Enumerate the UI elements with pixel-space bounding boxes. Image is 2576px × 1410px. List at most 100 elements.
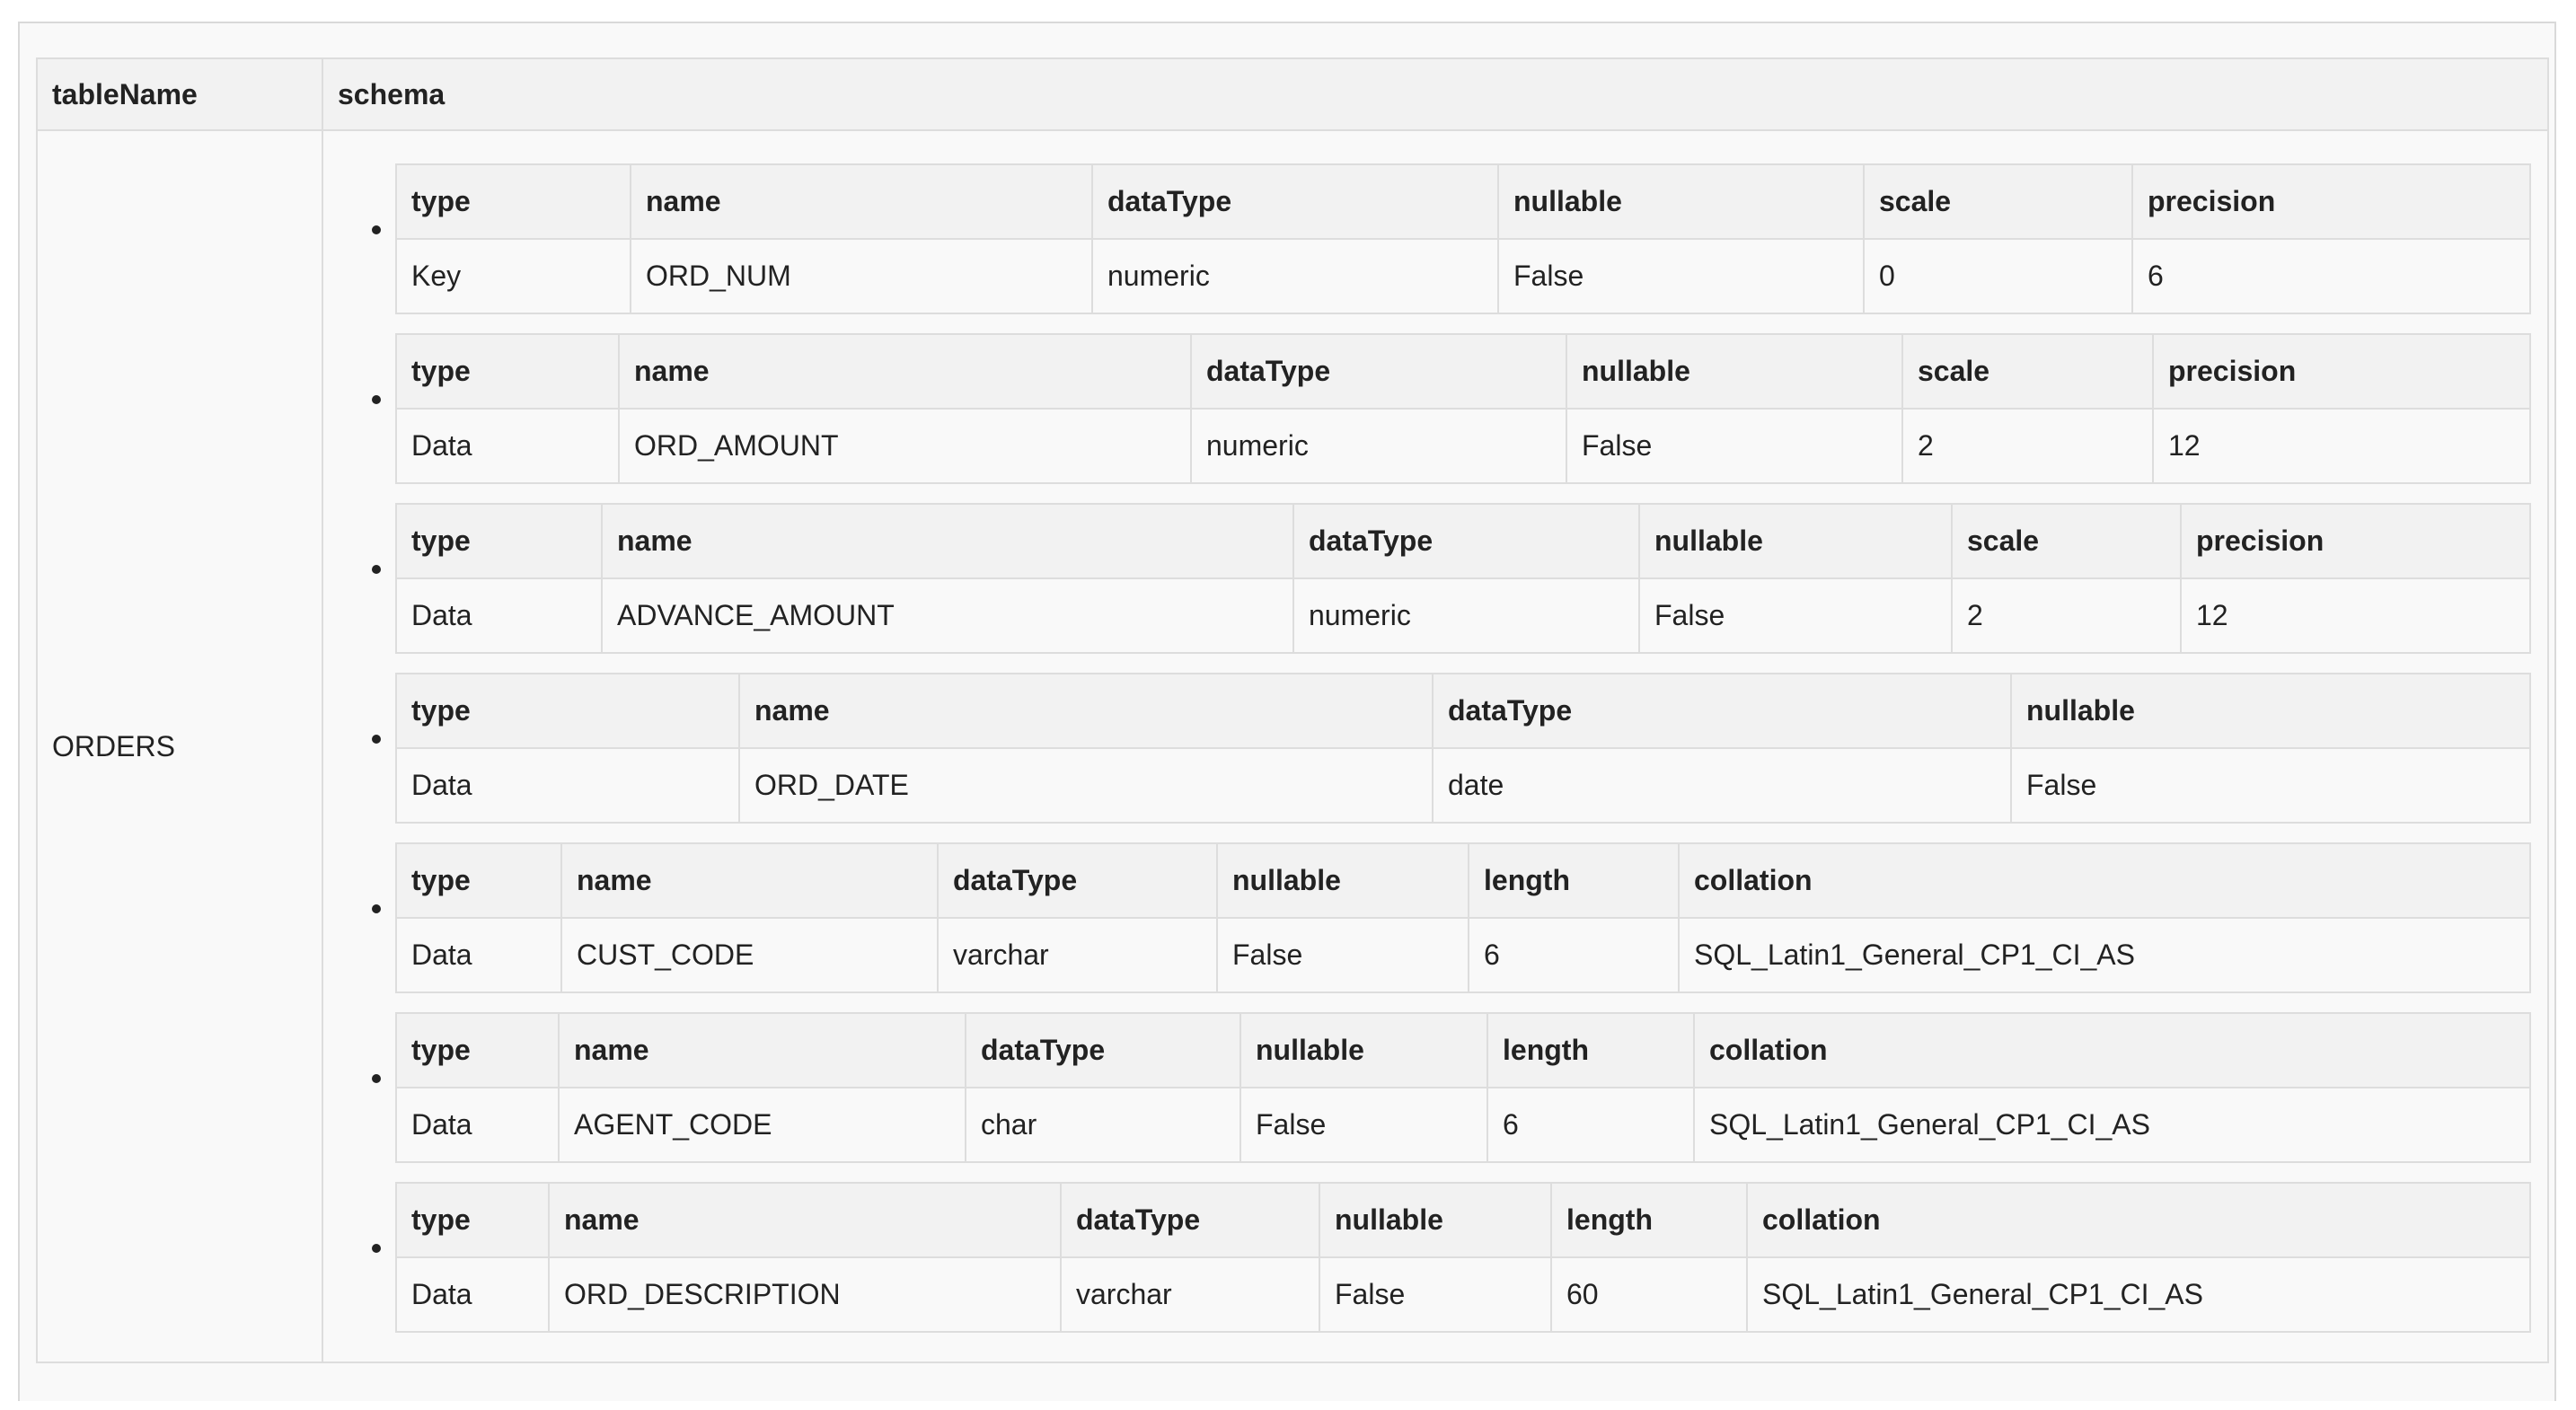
value-datatype: numeric [1190,408,1567,484]
value-length: 6 [1468,917,1680,993]
schema-column-item: type name dataType nullable scale precis… [395,333,2531,484]
value-nullable: False [1216,917,1469,993]
col-header-name: name [630,163,1093,240]
column-definition-table: type name dataType nullable scale precis… [395,503,2531,654]
col-header-type: type [395,1012,560,1088]
value-datatype: date [1432,747,2012,824]
col-header-nullable: nullable [1239,1012,1488,1088]
value-datatype: char [965,1087,1241,1163]
col-header-type: type [395,1182,550,1258]
value-collation: SQL_Latin1_General_CP1_CI_AS [1693,1087,2531,1163]
value-name: ORD_NUM [630,238,1093,314]
col-header-nullable: nullable [1319,1182,1552,1258]
value-type: Data [395,917,562,993]
value-nullable: False [1497,238,1865,314]
value-type: Data [395,1256,550,1333]
value-type: Key [395,238,631,314]
value-name: AGENT_CODE [558,1087,966,1163]
col-header-name: name [618,333,1192,410]
value-collation: SQL_Latin1_General_CP1_CI_AS [1678,917,2531,993]
value-scale: 2 [1901,408,2154,484]
schema-column-item: type name dataType nullable scale precis… [395,163,2531,314]
value-type: Data [395,747,740,824]
column-definition-value-row: Key ORD_NUM numeric False 0 6 [395,238,2531,314]
value-type: Data [395,408,620,484]
value-length: 60 [1550,1256,1748,1333]
tables-schema-table: tableName schema ORDERS type [36,57,2549,1363]
column-definition-header-row: type name dataType nullable length colla… [395,1182,2531,1258]
value-nullable: False [1319,1256,1552,1333]
value-nullable: False [1239,1087,1488,1163]
value-collation: SQL_Latin1_General_CP1_CI_AS [1746,1256,2531,1333]
col-header-name: name [548,1182,1062,1258]
schema-column-item: type name dataType nullable length colla… [395,1012,2531,1163]
col-header-nullable: nullable [1497,163,1865,240]
value-nullable: False [1638,577,1953,654]
col-header-precision: precision [2152,333,2531,410]
col-header-nullable: nullable [1638,503,1953,579]
column-definition-table: type name dataType nullable length colla… [395,1012,2531,1163]
col-header-length: length [1486,1012,1695,1088]
header-schema: schema [322,57,2549,131]
value-datatype: numeric [1292,577,1640,654]
value-name: ADVANCE_AMOUNT [601,577,1294,654]
header-row: tableName schema [36,57,2549,131]
value-nullable: False [2010,747,2531,824]
col-header-type: type [395,333,620,410]
col-header-datatype: dataType [1060,1182,1320,1258]
col-header-nullable: nullable [2010,673,2531,749]
value-name: ORD_DATE [738,747,1434,824]
col-header-name: name [601,503,1294,579]
col-header-type: type [395,503,603,579]
column-definition-header-row: type name dataType nullable length colla… [395,842,2531,919]
col-header-datatype: dataType [937,842,1218,919]
col-header-name: name [738,673,1434,749]
schema-column-item: type name dataType nullable length colla… [395,1182,2531,1333]
column-definition-table: type name dataType nullable length colla… [395,842,2531,993]
col-header-scale: scale [1901,333,2154,410]
col-header-datatype: dataType [1190,333,1567,410]
column-definition-table: type name dataType nullable scale precis… [395,163,2531,314]
value-name: CUST_CODE [560,917,939,993]
column-definition-header-row: type name dataType nullable scale precis… [395,503,2531,579]
col-header-length: length [1468,842,1680,919]
col-header-type: type [395,842,562,919]
column-definition-value-row: Data AGENT_CODE char False 6 SQL_Latin1_… [395,1087,2531,1163]
col-header-nullable: nullable [1566,333,1903,410]
col-header-type: type [395,673,740,749]
column-definition-table: type name dataType nullable length colla… [395,1182,2531,1333]
col-header-datatype: dataType [1432,673,2012,749]
schema-cell: type name dataType nullable scale precis… [322,129,2549,1363]
col-header-scale: scale [1951,503,2182,579]
value-datatype: varchar [937,917,1218,993]
value-scale: 2 [1951,577,2182,654]
column-definition-header-row: type name dataType nullable scale precis… [395,163,2531,240]
value-precision: 12 [2152,408,2531,484]
header-table-name: tableName [36,57,323,131]
column-definition-header-row: type name dataType nullable length colla… [395,1012,2531,1088]
value-datatype: varchar [1060,1256,1320,1333]
table-name-cell: ORDERS [36,129,323,1363]
column-definition-value-row: Data ORD_AMOUNT numeric False 2 12 [395,408,2531,484]
value-nullable: False [1566,408,1903,484]
value-name: ORD_DESCRIPTION [548,1256,1062,1333]
col-header-datatype: dataType [1091,163,1499,240]
table-row: ORDERS type name dataType [36,129,2549,1363]
column-definition-value-row: Data CUST_CODE varchar False 6 SQL_Latin… [395,917,2531,993]
col-header-name: name [560,842,939,919]
value-datatype: numeric [1091,238,1499,314]
column-definition-table: type name dataType nullable scale precis… [395,333,2531,484]
value-type: Data [395,1087,560,1163]
value-scale: 0 [1863,238,2133,314]
column-definition-value-row: Data ADVANCE_AMOUNT numeric False 2 12 [395,577,2531,654]
schema-column-list: type name dataType nullable scale precis… [323,131,2547,1333]
col-header-scale: scale [1863,163,2133,240]
value-length: 6 [1486,1087,1695,1163]
col-header-precision: precision [2180,503,2531,579]
col-header-nullable: nullable [1216,842,1469,919]
value-type: Data [395,577,603,654]
column-definition-table: type name dataType nullable Data ORD_DAT… [395,673,2531,824]
col-header-collation: collation [1678,842,2531,919]
column-definition-value-row: Data ORD_DATE date False [395,747,2531,824]
column-definition-value-row: Data ORD_DESCRIPTION varchar False 60 SQ… [395,1256,2531,1333]
